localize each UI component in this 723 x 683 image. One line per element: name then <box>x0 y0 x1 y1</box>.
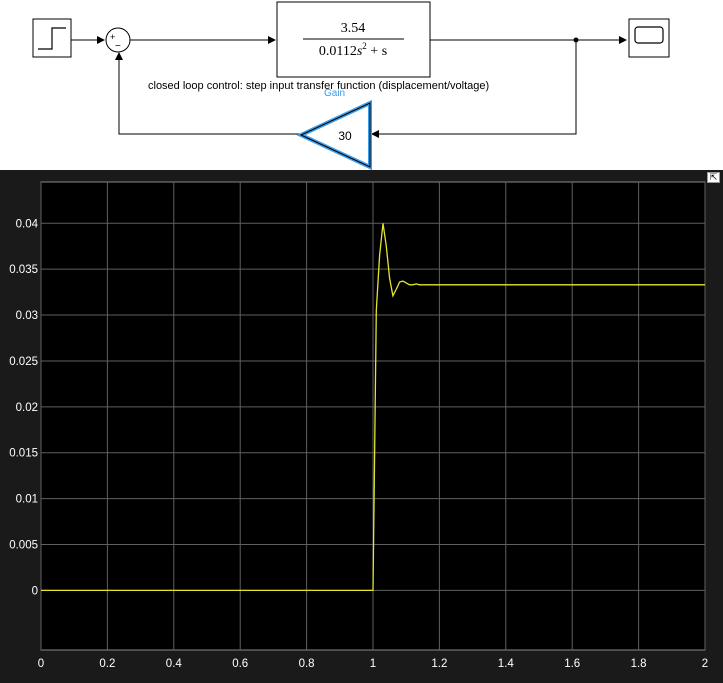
x-tick-label: 0.6 <box>232 658 248 670</box>
x-tick-label: 1.4 <box>498 658 515 670</box>
simulink-block-diagram: + − 3.54 0.0112s2 + s 30 closed loop con… <box>0 0 723 172</box>
x-tick-label: 0.8 <box>299 658 315 670</box>
y-tick-label: 0.005 <box>9 539 38 551</box>
gain-label: Gain <box>324 88 346 99</box>
y-tick-label: 0.04 <box>16 218 39 230</box>
y-tick-label: 0.035 <box>9 264 38 276</box>
x-tick-label: 1.6 <box>564 658 580 670</box>
x-tick-label: 1.8 <box>631 658 647 670</box>
sum-block[interactable]: + − <box>105 27 131 53</box>
y-tick-label: 0.025 <box>9 356 38 368</box>
x-tick-label: 1.2 <box>431 658 447 670</box>
transfer-function-block[interactable]: 3.54 0.0112s2 + s <box>276 1 431 78</box>
x-tick-label: 0.4 <box>166 658 183 670</box>
tf-denominator: 0.0112s2 + s <box>319 41 387 59</box>
gain-block[interactable]: 30 <box>296 99 372 171</box>
scope-window: 0 0.2 0.4 0.6 0.8 1 1.2 1.4 1.6 1.8 2 0 0.005 0.01 0.0… <box>0 170 723 683</box>
step-block[interactable] <box>32 18 72 58</box>
y-tick-label: 0.03 <box>16 310 38 322</box>
x-tick-label: 0 <box>38 658 44 670</box>
gain-value: 30 <box>338 129 352 143</box>
y-tick-label: 0.01 <box>16 494 38 506</box>
y-tick-label: 0 <box>32 585 38 597</box>
tf-numerator: 3.54 <box>341 21 366 36</box>
feedback-line-to-sum[interactable] <box>115 52 300 135</box>
x-tick-label: 1 <box>370 658 376 670</box>
scope-plot: 0 0.2 0.4 0.6 0.8 1 1.2 1.4 1.6 1.8 2 0 0.005 0.01 0.0… <box>9 181 708 670</box>
sum-minus-sign: − <box>115 41 121 52</box>
scope-block[interactable] <box>628 18 670 58</box>
diagram-caption: closed loop control: step input transfer… <box>148 80 490 92</box>
y-tick-label: 0.02 <box>16 402 38 414</box>
restore-icon[interactable]: ⇱ <box>707 172 720 183</box>
y-tick-label: 0.015 <box>9 448 38 460</box>
x-tick-label: 2 <box>702 658 708 670</box>
x-tick-label: 0.2 <box>99 658 115 670</box>
